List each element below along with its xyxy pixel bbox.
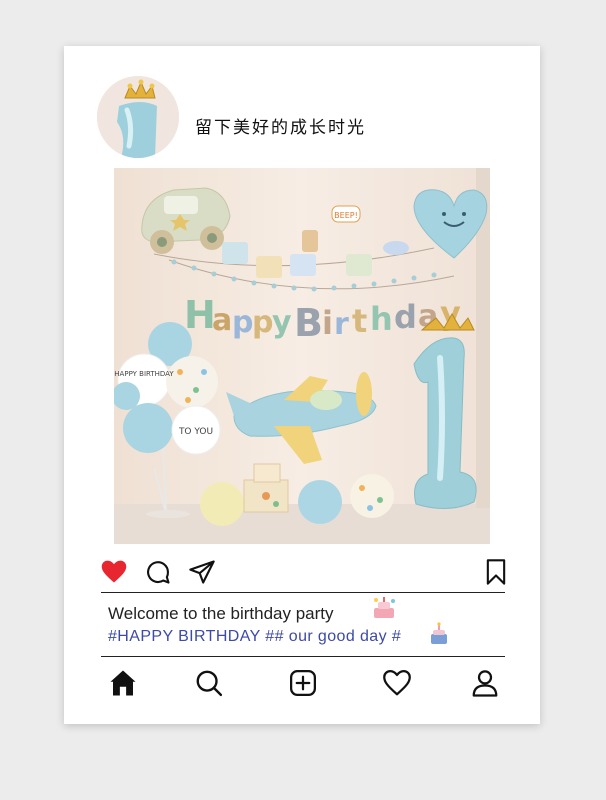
heart-filled-icon: [101, 560, 127, 583]
share-button[interactable]: [188, 558, 216, 586]
nav-profile-button[interactable]: [470, 668, 500, 698]
svg-text:B: B: [294, 301, 323, 345]
svg-text:h: h: [370, 300, 393, 338]
nav-search-button[interactable]: [194, 668, 224, 698]
svg-text:i: i: [322, 304, 333, 342]
profile-icon: [472, 670, 498, 697]
add-post-icon: [290, 670, 316, 696]
svg-text:p: p: [232, 305, 253, 340]
svg-text:r: r: [334, 307, 349, 342]
party-emoji-icon: [374, 597, 395, 618]
comment-button[interactable]: [144, 558, 172, 586]
birthday-decor-image: BEEP! H a p p y B i r t h d a y HAPPY BI…: [114, 168, 490, 544]
svg-text:y: y: [272, 305, 292, 340]
nav-activity-button[interactable]: [382, 668, 412, 698]
hashtag-line: #HAPPY BIRTHDAY ## our good day #: [108, 628, 401, 646]
username[interactable]: 留下美好的成长时光: [195, 113, 366, 138]
share-icon: [189, 560, 215, 584]
post-actions: [64, 558, 540, 588]
hashtag-separator[interactable]: ##: [265, 628, 284, 645]
nav-home-button[interactable]: [108, 668, 138, 698]
heart-icon: [383, 670, 411, 696]
svg-text:t: t: [352, 302, 367, 340]
nav-add-post-button[interactable]: [288, 668, 318, 698]
svg-text:a: a: [212, 303, 232, 338]
comment-icon: [147, 561, 170, 584]
hashtag-our-good-day[interactable]: our good day: [289, 628, 387, 645]
post-photo: BEEP! H a p p y B i r t h d a y HAPPY BI…: [114, 168, 490, 544]
balloon-text-happy-birthday: HAPPY BIRTHDAY: [114, 370, 174, 378]
hashtag-end[interactable]: #: [392, 628, 401, 645]
svg-text:d: d: [394, 298, 417, 336]
divider-bottom: [101, 656, 505, 657]
like-button[interactable]: [100, 558, 128, 586]
caption-text: Welcome to the birthday party: [108, 604, 334, 623]
bookmark-button[interactable]: [482, 558, 510, 586]
bookmark-icon: [486, 559, 506, 585]
search-icon: [196, 670, 223, 697]
post-card: 留下美好的成长时光 BEEP! H a p p y B i r t h d a …: [64, 46, 540, 724]
balloon-text-to-you: TO YOU: [178, 427, 213, 437]
hashtag-happy-birthday[interactable]: #HAPPY BIRTHDAY: [108, 628, 260, 645]
birthday-cake-icon: [431, 622, 447, 644]
speech-bubble-text: BEEP!: [334, 211, 358, 220]
divider-top: [101, 592, 505, 593]
svg-text:p: p: [252, 305, 273, 340]
avatar-balloon-image: [97, 76, 179, 158]
home-icon: [110, 670, 136, 696]
avatar[interactable]: [97, 76, 179, 158]
bottom-navigation: [64, 668, 540, 700]
